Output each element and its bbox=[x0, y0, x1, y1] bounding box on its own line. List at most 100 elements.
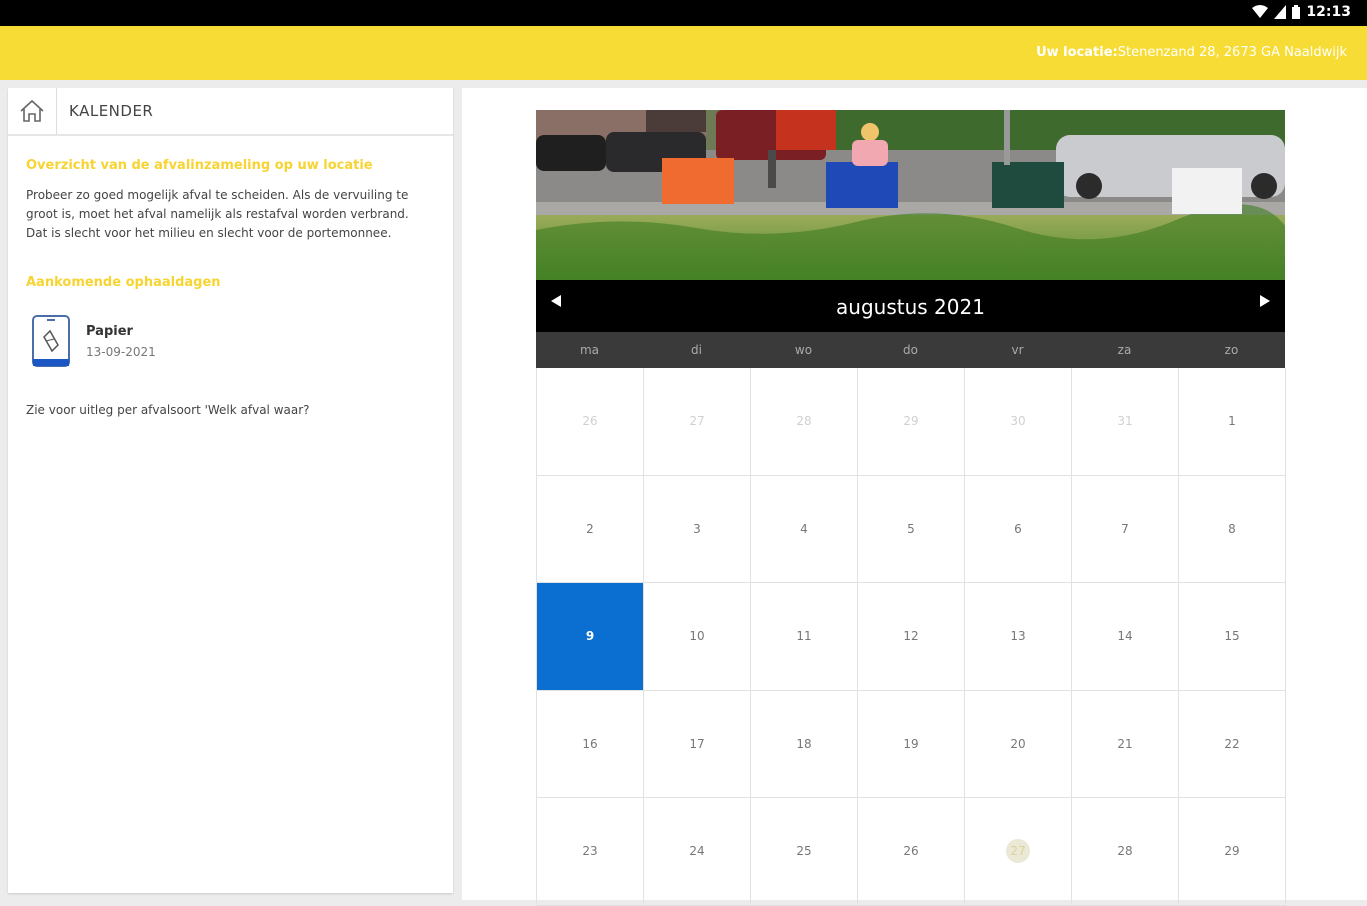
calendar-day-number: 28 bbox=[796, 414, 812, 429]
next-month-button[interactable] bbox=[1259, 294, 1271, 313]
location-display[interactable]: Uw locatie:Stenenzand 28, 2673 GA Naaldw… bbox=[1036, 45, 1347, 60]
paper-bin-icon bbox=[32, 315, 70, 367]
calendar-day-number: 28 bbox=[1117, 844, 1133, 859]
wifi-icon bbox=[1252, 5, 1269, 18]
calendar-day-number: 21 bbox=[1117, 736, 1133, 751]
calendar-day[interactable]: 14 bbox=[1072, 583, 1179, 691]
calendar-header: augustus 2021 bbox=[536, 280, 1285, 332]
calendar-day[interactable]: 8 bbox=[1179, 475, 1286, 583]
calendar-day-number: 18 bbox=[796, 736, 812, 751]
calendar-day-selected[interactable]: 9 bbox=[537, 583, 644, 691]
calendar-day-number: 29 bbox=[903, 414, 919, 429]
calendar-day-number: 24 bbox=[689, 844, 705, 859]
weekday-label: wo bbox=[794, 343, 813, 357]
calendar-day[interactable]: 5 bbox=[858, 475, 965, 583]
location-label: Uw locatie: bbox=[1036, 45, 1118, 60]
weekday-label: ma bbox=[579, 343, 600, 357]
container-street-photo bbox=[536, 110, 1285, 280]
battery-icon bbox=[1292, 5, 1301, 19]
calendar-day[interactable]: 2 bbox=[537, 475, 644, 583]
calendar-day-number: 26 bbox=[903, 844, 919, 859]
overview-intro: Probeer zo goed mogelijk afval te scheid… bbox=[26, 188, 409, 240]
calendar-month-title: augustus 2021 bbox=[836, 295, 985, 319]
pickup-item[interactable]: Papier 13-09-2021 bbox=[32, 315, 453, 367]
weekday-label: vr bbox=[1011, 343, 1024, 357]
upcoming-title: Aankomende ophaaldagen bbox=[26, 275, 221, 290]
calendar-day[interactable]: 28 bbox=[1072, 798, 1179, 906]
calendar-day-number: 27 bbox=[689, 414, 705, 429]
weekday-header: ma di wo do vr za zo bbox=[536, 332, 1285, 368]
home-button[interactable] bbox=[8, 88, 57, 134]
calendar-day[interactable]: 4 bbox=[751, 475, 858, 583]
calendar-day-number: 25 bbox=[796, 844, 812, 859]
calendar-day[interactable]: 30 bbox=[965, 368, 1072, 476]
calendar-day[interactable]: 26 bbox=[858, 798, 965, 906]
calendar-day[interactable]: 17 bbox=[644, 690, 751, 798]
calendar-day-number: 8 bbox=[1228, 521, 1236, 536]
calendar-day[interactable]: 22 bbox=[1179, 690, 1286, 798]
calendar-day-number: 26 bbox=[582, 414, 598, 429]
calendar-day-number: 4 bbox=[800, 521, 808, 536]
info-panel: KALENDER Overzicht van de afvalinzamelin… bbox=[8, 88, 453, 893]
calendar-day[interactable]: 11 bbox=[751, 583, 858, 691]
calendar-day[interactable]: 12 bbox=[858, 583, 965, 691]
calendar-day[interactable]: 29 bbox=[1179, 798, 1286, 906]
calendar-day-number: 12 bbox=[903, 629, 919, 644]
calendar-day[interactable]: 25 bbox=[751, 798, 858, 906]
calendar-day[interactable]: 18 bbox=[751, 690, 858, 798]
calendar-day-number: 3 bbox=[693, 521, 701, 536]
calendar-day[interactable]: 23 bbox=[537, 798, 644, 906]
pickup-text: Papier 13-09-2021 bbox=[86, 324, 156, 359]
calendar-day-number: 20 bbox=[1010, 736, 1026, 751]
calendar-day-number: 16 bbox=[582, 736, 598, 751]
calendar-day[interactable]: 15 bbox=[1179, 583, 1286, 691]
calendar-day[interactable]: 31 bbox=[1072, 368, 1179, 476]
calendar-grid: 26 27 28 29 30 31 1 2 3 4 5 6 7 8 9 10 11 12 13 14 15 16 17 18 1… bbox=[536, 368, 1286, 906]
calendar-day[interactable]: 26 bbox=[537, 368, 644, 476]
calendar-panel: augustus 2021 ma di wo do vr za zo 26 27 2… bbox=[462, 88, 1367, 906]
calendar-day[interactable]: 7 bbox=[1072, 475, 1179, 583]
triangle-right-icon bbox=[1260, 295, 1270, 307]
weekday-label: za bbox=[1117, 343, 1132, 357]
header-photo bbox=[536, 110, 1285, 280]
calendar-day[interactable]: 13 bbox=[965, 583, 1072, 691]
calendar-day[interactable]: 6 bbox=[965, 475, 1072, 583]
calendar-day-number: 19 bbox=[903, 736, 919, 751]
calendar-day-number: 5 bbox=[907, 521, 915, 536]
weekday-label: di bbox=[691, 343, 702, 357]
calendar-day-number: 9 bbox=[585, 629, 595, 644]
overview-title: Overzicht van de afvalinzameling op uw l… bbox=[26, 158, 373, 173]
calendar-day-number: 23 bbox=[582, 844, 598, 859]
calendar-day-number: 6 bbox=[1014, 521, 1022, 536]
status-bar: 12:13 bbox=[0, 0, 1367, 26]
breadcrumb: KALENDER bbox=[8, 88, 453, 136]
calendar-day-number: 7 bbox=[1121, 521, 1129, 536]
calendar-day-today[interactable]: 27 bbox=[965, 798, 1072, 906]
page-title: KALENDER bbox=[69, 102, 154, 120]
calendar-day-number: 31 bbox=[1117, 414, 1133, 429]
calendar-day[interactable]: 16 bbox=[537, 690, 644, 798]
calendar-day-number: 2 bbox=[586, 521, 594, 536]
status-icons: 12:13 bbox=[1252, 4, 1351, 20]
calendar-day[interactable]: 27 bbox=[644, 368, 751, 476]
weekday-label: zo bbox=[1224, 343, 1239, 357]
signal-icon bbox=[1274, 5, 1287, 19]
calendar-day[interactable]: 21 bbox=[1072, 690, 1179, 798]
home-icon bbox=[20, 99, 44, 122]
calendar-day[interactable]: 29 bbox=[858, 368, 965, 476]
calendar-day[interactable]: 3 bbox=[644, 475, 751, 583]
calendar-day[interactable]: 1 bbox=[1179, 368, 1286, 476]
calendar-day[interactable]: 28 bbox=[751, 368, 858, 476]
calendar-day[interactable]: 20 bbox=[965, 690, 1072, 798]
calendar-day-number: 22 bbox=[1224, 736, 1240, 751]
calendar-day[interactable]: 19 bbox=[858, 690, 965, 798]
status-time: 12:13 bbox=[1306, 4, 1351, 20]
app-header: Uw locatie:Stenenzand 28, 2673 GA Naaldw… bbox=[0, 26, 1367, 80]
pickup-name: Papier bbox=[86, 323, 133, 339]
calendar-day[interactable]: 24 bbox=[644, 798, 751, 906]
location-value: Stenenzand 28, 2673 GA Naaldwijk bbox=[1117, 45, 1347, 60]
waste-info-link[interactable]: Zie voor uitleg per afvalsoort 'Welk afv… bbox=[26, 403, 453, 417]
calendar-day-number: 15 bbox=[1224, 629, 1240, 644]
weekday-label: do bbox=[903, 343, 918, 357]
calendar-day[interactable]: 10 bbox=[644, 583, 751, 691]
